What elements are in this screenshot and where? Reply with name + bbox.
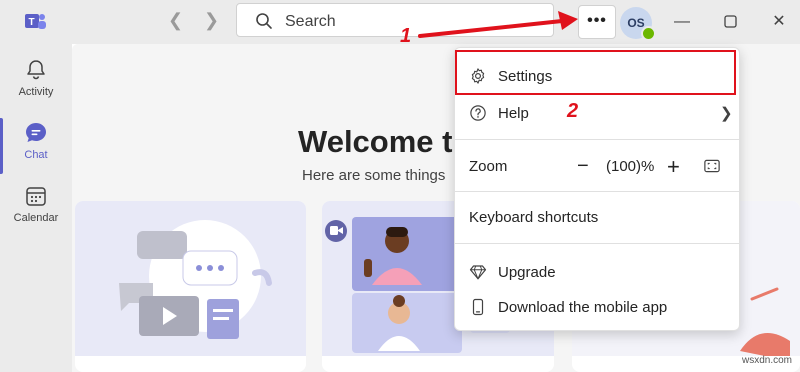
annotation-arrow: [418, 11, 578, 38]
teams-logo-icon[interactable]: T: [25, 12, 47, 32]
menu-item-download-mobile[interactable]: Download the mobile app: [455, 290, 739, 324]
rail-item-chat[interactable]: Chat: [0, 121, 72, 161]
upgrade-label: Upgrade: [498, 264, 556, 281]
diamond-icon: [469, 265, 487, 280]
feature-card-chat[interactable]: [75, 201, 306, 372]
calendar-icon: [26, 187, 46, 206]
keyboard-shortcuts-label: Keyboard shortcuts: [469, 209, 599, 226]
menu-divider: [455, 191, 739, 192]
watermark: wsxdn.com: [742, 355, 793, 366]
menu-item-upgrade[interactable]: Upgrade: [455, 255, 739, 289]
step-1-label: 1: [400, 25, 412, 47]
download-mobile-label: Download the mobile app: [498, 299, 668, 316]
fullscreen-icon[interactable]: [703, 157, 721, 175]
rail-item-label: Activity: [18, 86, 54, 98]
close-icon[interactable]: ✕: [765, 8, 793, 36]
menu-divider: [455, 139, 739, 140]
welcome-subtitle: Here are some things: [302, 167, 446, 184]
zoom-label: Zoom: [469, 158, 508, 175]
svg-text:T: T: [29, 17, 35, 28]
menu-item-help[interactable]: Help ❯: [455, 96, 739, 130]
menu-item-zoom: Zoom − (100)% +: [455, 149, 739, 183]
help-label: Help: [498, 105, 529, 122]
maximize-icon[interactable]: [716, 8, 744, 36]
chevron-right-icon: ❯: [720, 105, 733, 122]
phone-icon: [472, 298, 484, 316]
presence-available-icon: [641, 26, 656, 41]
rail-item-activity[interactable]: Activity: [0, 58, 72, 98]
back-arrow-icon[interactable]: ❮: [168, 10, 183, 31]
zoom-out-button[interactable]: −: [577, 155, 589, 178]
minimize-icon[interactable]: —: [668, 8, 696, 36]
welcome-title: Welcome t: [298, 124, 453, 159]
step-2-label: 2: [567, 100, 579, 122]
bell-icon: [27, 60, 45, 80]
settings-highlight-box: [455, 50, 736, 95]
zoom-in-button[interactable]: +: [667, 154, 680, 180]
chat-icon: [26, 123, 46, 142]
rail-item-calendar[interactable]: Calendar: [0, 184, 72, 224]
zoom-value: (100)%: [606, 158, 655, 175]
more-options-button[interactable]: •••: [578, 5, 616, 39]
help-icon: [470, 105, 486, 121]
forward-arrow-icon[interactable]: ❯: [204, 10, 219, 31]
search-icon: [256, 13, 272, 29]
chat-illustration: [75, 201, 306, 356]
rail-item-label: Chat: [24, 149, 48, 161]
menu-divider: [455, 243, 739, 244]
search-input[interactable]: Search: [285, 13, 336, 31]
rail-item-label: Calendar: [13, 212, 59, 224]
app-rail: Activity Chat Calendar: [0, 44, 72, 372]
menu-item-keyboard-shortcuts[interactable]: Keyboard shortcuts: [455, 200, 739, 234]
